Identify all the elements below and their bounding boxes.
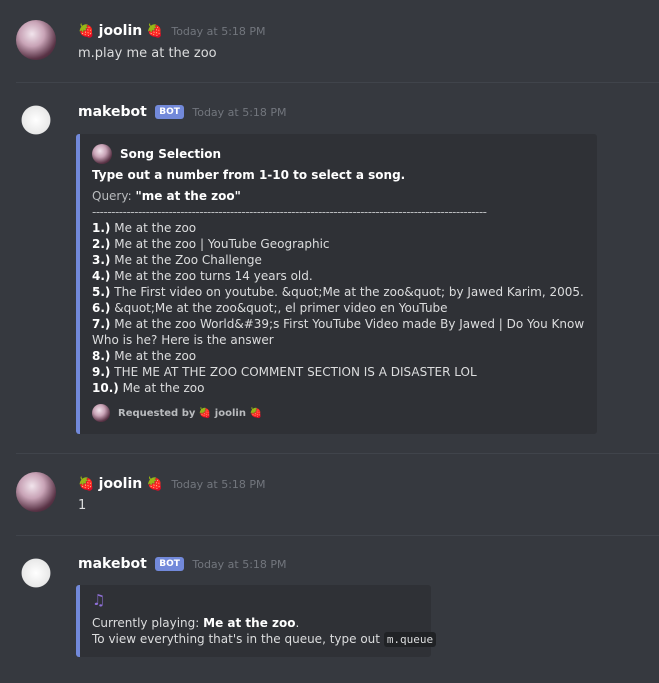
embed-author-name: Song Selection (120, 147, 221, 161)
result-item: 1.) Me at the zoo (92, 220, 589, 236)
result-number: 4.) (92, 269, 111, 283)
query-value: "me at the zoo" (135, 189, 241, 203)
results-list: 1.) Me at the zoo 2.) Me at the zoo | You… (92, 220, 589, 396)
message-4: makebot BOT Today at 5:18 PM ♫ Currently… (0, 535, 659, 683)
result-title: Me at the zoo (114, 349, 197, 363)
result-title: Me at the zoo | YouTube Geographic (114, 237, 330, 251)
username[interactable]: joolin (99, 476, 143, 492)
query-label: Query: (92, 189, 132, 203)
strawberry-icon: 🍓 (146, 477, 163, 492)
result-item: 4.) Me at the zoo turns 14 years old. (92, 268, 589, 284)
result-title: THE ME AT THE ZOO COMMENT SECTION IS A D… (114, 365, 477, 379)
bot-badge: BOT (155, 105, 184, 119)
strawberry-icon: 🍓 (78, 24, 95, 39)
result-item: 10.) Me at the zoo (92, 380, 589, 396)
message-text: 1 (78, 498, 87, 513)
message-header: makebot BOT Today at 5:18 PM (78, 555, 287, 574)
queue-line: To view everything that's in the queue, … (92, 631, 437, 648)
result-item: 8.) Me at the zoo (92, 348, 589, 364)
music-note-icon: ♫ (92, 591, 106, 609)
message-text: m.play me at the zoo (78, 46, 217, 61)
timestamp: Today at 5:18 PM (192, 106, 287, 119)
result-item: 5.) The First video on youtube. &quot;Me… (92, 284, 589, 300)
result-number: 9.) (92, 365, 111, 379)
embed-description: Query: "me at the zoo" -----------------… (92, 188, 589, 396)
song-selection-embed: Song Selection Type out a number from 1-… (76, 134, 597, 434)
timestamp: Today at 5:18 PM (192, 558, 287, 571)
query-line: Query: "me at the zoo" (92, 188, 589, 204)
result-title: Me at the zoo turns 14 years old. (114, 269, 313, 283)
result-item: 9.) THE ME AT THE ZOO COMMENT SECTION IS… (92, 364, 589, 380)
avatar[interactable] (16, 553, 56, 593)
result-title: Me at the Zoo Challenge (114, 253, 262, 267)
message-header: 🍓 joolin 🍓 Today at 5:18 PM (78, 475, 266, 494)
timestamp: Today at 5:18 PM (171, 25, 266, 38)
result-number: 5.) (92, 285, 111, 299)
result-item: 3.) Me at the Zoo Challenge (92, 252, 589, 268)
message-1: 🍓 joolin 🍓 Today at 5:18 PM m.play me at… (0, 0, 659, 80)
avatar[interactable] (16, 100, 56, 140)
separator: ----------------------------------------… (92, 205, 487, 219)
playing-end: . (295, 616, 300, 630)
timestamp: Today at 5:18 PM (171, 478, 266, 491)
embed-author: Song Selection (92, 144, 221, 164)
footer-user: joolin (214, 407, 246, 419)
message-header: 🍓 joolin 🍓 Today at 5:18 PM (78, 22, 266, 41)
result-number: 8.) (92, 349, 111, 363)
username[interactable]: makebot (78, 556, 147, 572)
bot-badge: BOT (155, 557, 184, 571)
result-number: 1.) (92, 221, 111, 235)
strawberry-icon: 🍓 (146, 24, 163, 39)
message-2: makebot BOT Today at 5:18 PM Song Select… (0, 82, 659, 452)
result-title: &quot;Me at the zoo&quot;, el primer vid… (114, 301, 448, 315)
footer-label: Requested by (118, 407, 196, 419)
now-playing-text: Currently playing: Me at the zoo. To vie… (92, 615, 437, 648)
playing-line: Currently playing: Me at the zoo. (92, 615, 436, 631)
playing-song: Me at the zoo (203, 616, 296, 630)
result-title: Me at the zoo (114, 221, 197, 235)
strawberry-icon: 🍓 (78, 477, 95, 492)
embed-footer: Requested by 🍓 joolin 🍓 (92, 404, 262, 422)
result-item: 2.) Me at the zoo | YouTube Geographic (92, 236, 589, 252)
now-playing-embed: ♫ Currently playing: Me at the zoo. To v… (76, 585, 437, 657)
result-number: 6.) (92, 301, 111, 315)
strawberry-icon: 🍓 (249, 407, 262, 419)
embed-author-avatar (92, 144, 112, 164)
result-number: 3.) (92, 253, 111, 267)
result-number: 10.) (92, 381, 119, 395)
embed-title: Type out a number from 1-10 to select a … (92, 168, 406, 182)
result-item: 7.) Me at the zoo World&#39;s First YouT… (92, 316, 589, 348)
result-number: 7.) (92, 317, 111, 331)
queue-command: m.queue (383, 632, 437, 647)
avatar[interactable] (16, 20, 56, 60)
message-header: makebot BOT Today at 5:18 PM (78, 103, 287, 122)
strawberry-icon: 🍓 (198, 407, 212, 419)
username[interactable]: makebot (78, 104, 147, 120)
playing-label: Currently playing: (92, 616, 200, 630)
result-number: 2.) (92, 237, 111, 251)
footer-avatar (92, 404, 110, 422)
message-3: 🍓 joolin 🍓 Today at 5:18 PM 1 (0, 453, 659, 535)
result-title: Me at the zoo (122, 381, 205, 395)
username[interactable]: joolin (99, 23, 143, 39)
avatar[interactable] (16, 472, 56, 512)
result-title: The First video on youtube. &quot;Me at … (114, 285, 584, 299)
result-title: Me at the zoo World&#39;s First YouTube … (92, 317, 585, 347)
result-item: 6.) &quot;Me at the zoo&quot;, el primer… (92, 300, 589, 316)
queue-text: To view everything that's in the queue, … (92, 632, 380, 646)
